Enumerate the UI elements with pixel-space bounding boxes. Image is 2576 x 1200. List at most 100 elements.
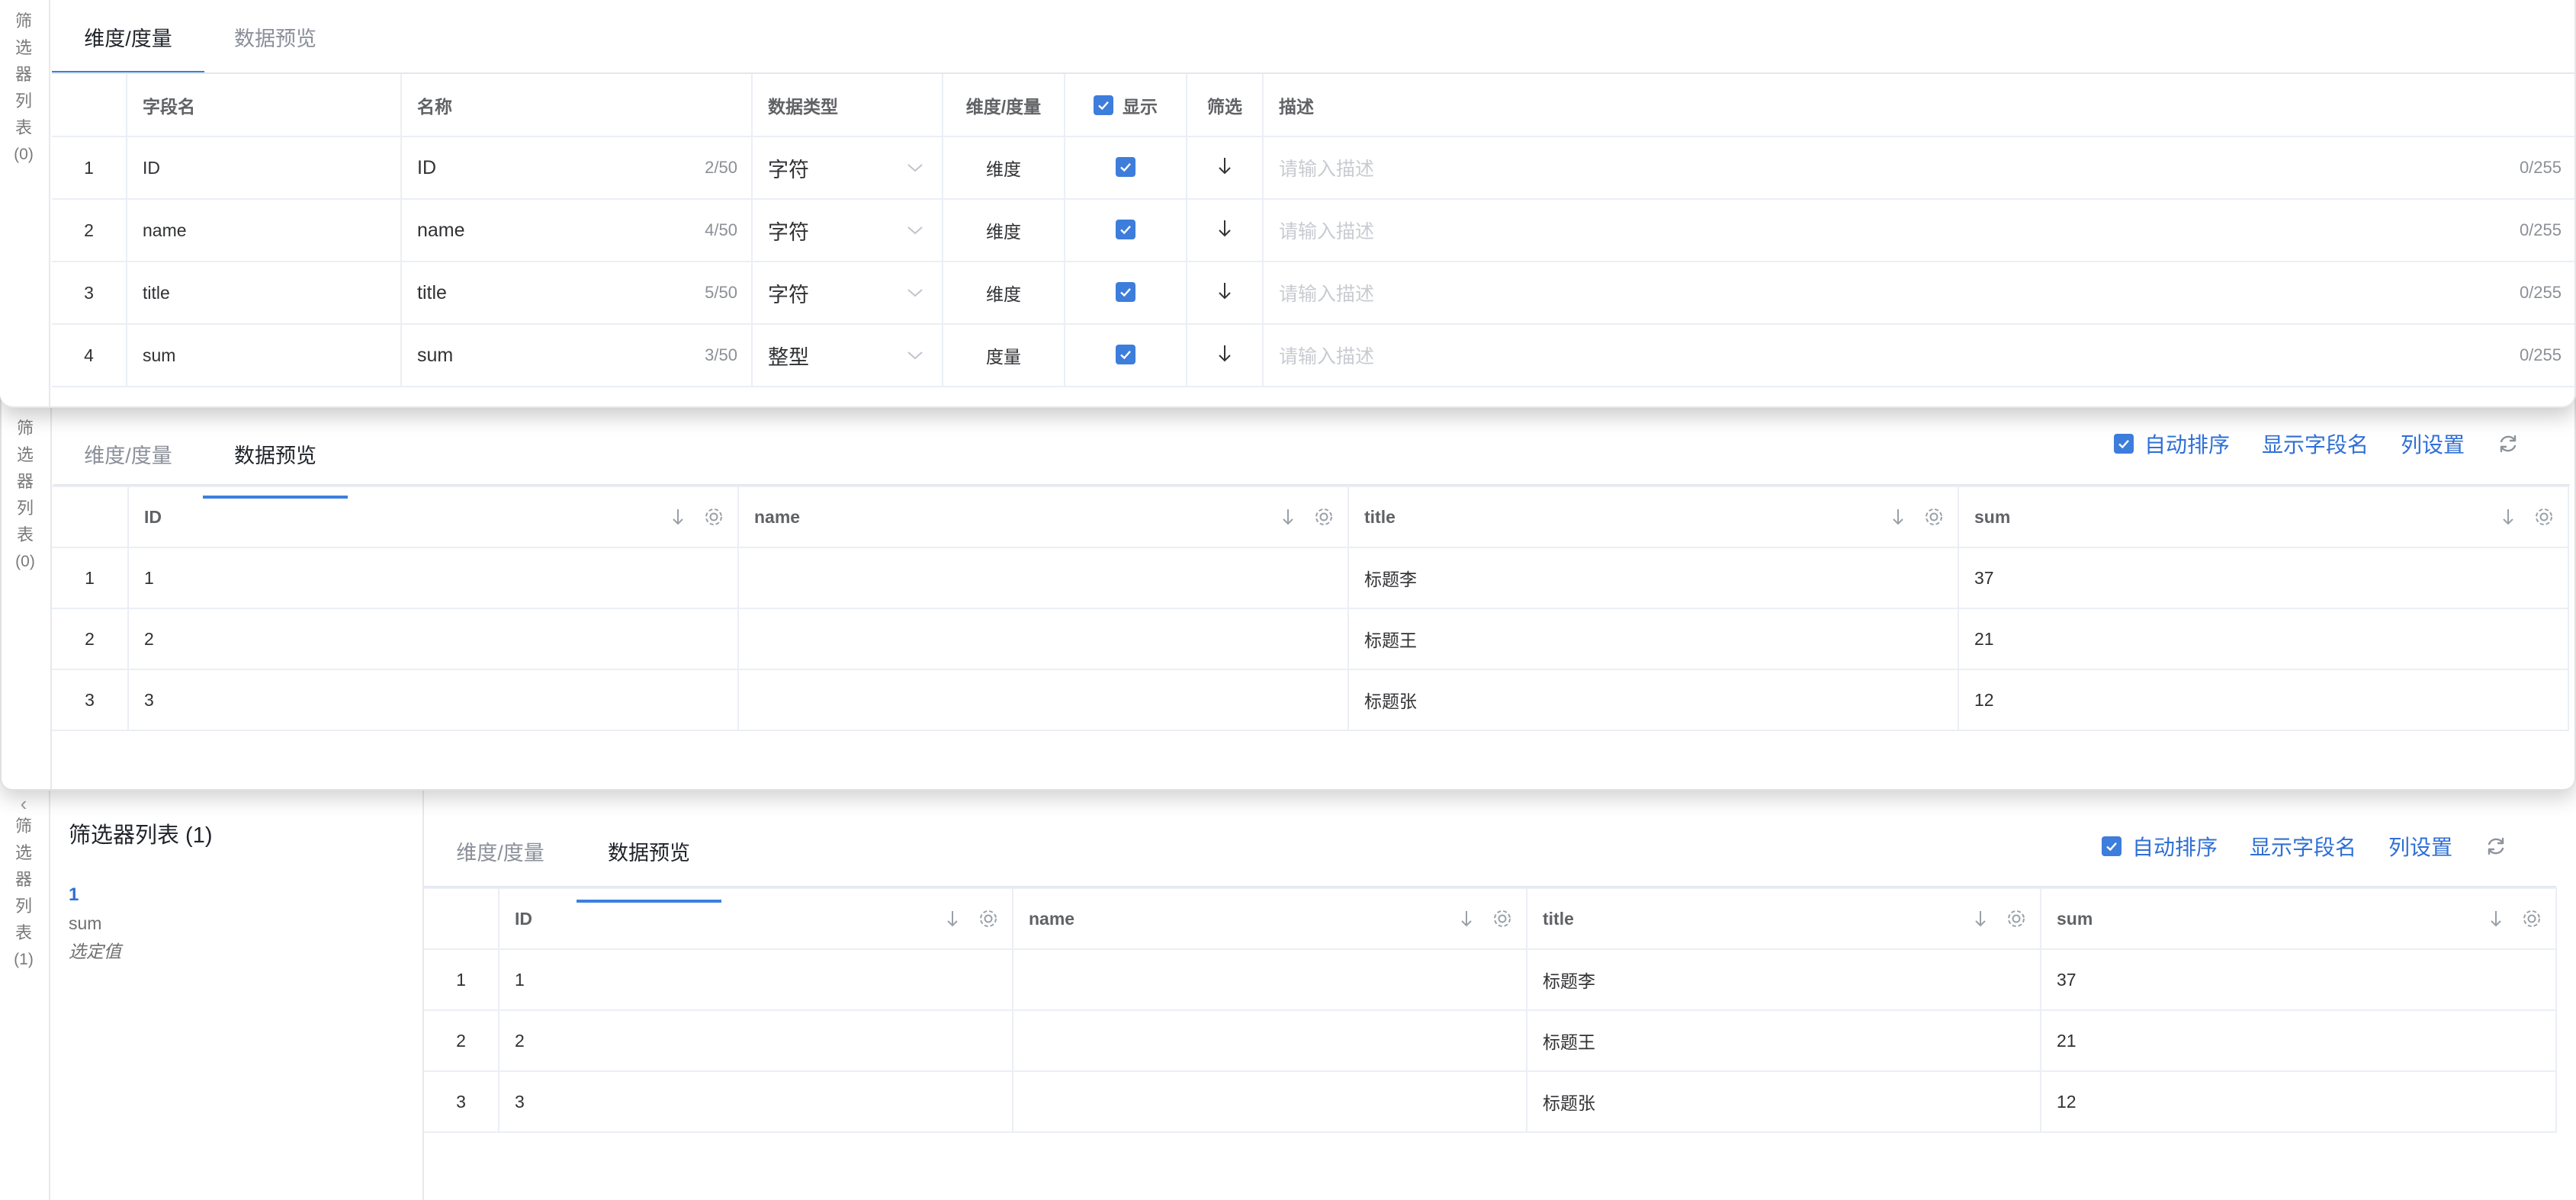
column-header-sum[interactable]: sum xyxy=(1958,486,2569,548)
description-input[interactable]: 请输入描述 0/255 xyxy=(1263,136,2574,200)
auto-sort-label[interactable]: 自动排序 xyxy=(2132,831,2218,861)
vtab-count: (0) xyxy=(15,553,35,570)
filter-item-selection[interactable]: 选定值 xyxy=(69,937,422,963)
description-input[interactable]: 请输入描述 0/255 xyxy=(1263,261,2574,325)
type-select[interactable]: 字符 xyxy=(752,199,943,262)
vtab-char: 列 xyxy=(14,897,32,916)
type-select[interactable]: 字符 xyxy=(752,136,943,200)
type-select[interactable]: 整型 xyxy=(752,324,943,387)
chevron-down-icon[interactable] xyxy=(907,350,923,361)
gear-icon[interactable] xyxy=(1314,507,1334,527)
column-settings-button[interactable]: 列设置 xyxy=(2401,428,2465,459)
checkbox-checked-icon[interactable] xyxy=(1116,282,1135,302)
description-placeholder[interactable]: 请输入描述 xyxy=(1279,342,1374,369)
gear-icon[interactable] xyxy=(2522,909,2542,929)
checkbox-checked-icon[interactable] xyxy=(1094,95,1113,115)
chevron-left-icon[interactable]: ‹ xyxy=(21,794,27,813)
checkbox-checked-icon[interactable] xyxy=(1116,220,1135,239)
show-checkbox[interactable] xyxy=(1065,261,1187,325)
show-checkbox[interactable] xyxy=(1065,136,1187,200)
name-input[interactable]: ID 2/50 xyxy=(401,136,753,200)
header-label: ID xyxy=(144,506,162,527)
description-placeholder[interactable]: 请输入描述 xyxy=(1279,279,1374,306)
gear-icon[interactable] xyxy=(2006,909,2026,929)
filter-item-number[interactable]: 1 xyxy=(69,884,422,906)
column-header-name[interactable]: name xyxy=(1013,887,1527,950)
type-value[interactable]: 字符 xyxy=(768,278,809,308)
name-input[interactable]: sum 3/50 xyxy=(401,324,753,387)
checkbox-checked-icon[interactable] xyxy=(2101,836,2122,856)
refresh-icon[interactable] xyxy=(2484,835,2507,858)
show-field-name-button[interactable]: 显示字段名 xyxy=(2262,428,2369,459)
sort-down-icon[interactable] xyxy=(1892,508,1904,526)
column-header-title[interactable]: title xyxy=(1348,486,1959,548)
name-value[interactable]: ID xyxy=(417,157,436,179)
arrow-down-icon[interactable] xyxy=(1217,343,1232,363)
type-value[interactable]: 字符 xyxy=(768,216,809,245)
checkbox-checked-icon[interactable] xyxy=(1116,157,1135,177)
column-settings-button[interactable]: 列设置 xyxy=(2388,831,2452,861)
column-header-name[interactable]: name xyxy=(738,486,1349,548)
checkbox-checked-icon[interactable] xyxy=(2113,434,2134,454)
sort-down-icon[interactable] xyxy=(672,508,684,526)
filter-cell[interactable] xyxy=(1187,199,1264,262)
auto-sort-toggle[interactable]: 自动排序 xyxy=(2113,428,2230,459)
gear-icon[interactable] xyxy=(2534,507,2554,527)
description-input[interactable]: 请输入描述 0/255 xyxy=(1263,324,2574,387)
name-input[interactable]: title 5/50 xyxy=(401,261,753,325)
name-value[interactable]: title xyxy=(417,282,447,304)
type-select[interactable]: 字符 xyxy=(752,261,943,325)
auto-sort-label[interactable]: 自动排序 xyxy=(2144,428,2230,459)
chevron-down-icon[interactable] xyxy=(907,225,923,236)
vtab-char: 列 xyxy=(16,499,34,518)
chevron-down-icon[interactable] xyxy=(907,287,923,298)
show-checkbox[interactable] xyxy=(1065,199,1187,262)
name-value[interactable]: name xyxy=(417,220,465,242)
gear-icon[interactable] xyxy=(1492,909,1512,929)
filter-item-field[interactable]: sum xyxy=(69,913,422,934)
sort-down-icon[interactable] xyxy=(2490,910,2502,928)
arrow-down-icon[interactable] xyxy=(1217,281,1232,300)
sort-down-icon[interactable] xyxy=(1282,508,1294,526)
cell-dimension[interactable]: 维度 xyxy=(943,199,1065,262)
filter-list-vertical-tab[interactable]: 筛 选 器 列 表 (0) xyxy=(0,8,47,168)
column-header-id[interactable]: ID xyxy=(128,486,739,548)
show-field-name-button[interactable]: 显示字段名 xyxy=(2250,831,2356,861)
filter-cell[interactable] xyxy=(1187,136,1264,200)
header-show[interactable]: 显示 xyxy=(1065,74,1187,137)
refresh-icon[interactable] xyxy=(2497,432,2520,455)
checkbox-checked-icon[interactable] xyxy=(1116,345,1135,364)
tab-dimension[interactable]: 维度/度量 xyxy=(52,0,204,74)
char-counter: 4/50 xyxy=(705,220,737,239)
filter-cell[interactable] xyxy=(1187,324,1264,387)
auto-sort-toggle[interactable]: 自动排序 xyxy=(2101,831,2218,861)
sort-down-icon[interactable] xyxy=(946,910,959,928)
description-input[interactable]: 请输入描述 0/255 xyxy=(1263,199,2574,262)
gear-icon[interactable] xyxy=(1924,507,1944,527)
name-input[interactable]: name 4/50 xyxy=(401,199,753,262)
filter-list-vertical-tab[interactable]: ‹ 筛 选 器 列 表 (1) xyxy=(0,794,47,973)
description-placeholder[interactable]: 请输入描述 xyxy=(1279,217,1374,244)
column-header-title[interactable]: title xyxy=(1527,887,2041,950)
chevron-down-icon[interactable] xyxy=(907,162,923,173)
type-value[interactable]: 整型 xyxy=(768,341,809,371)
gear-icon[interactable] xyxy=(704,507,724,527)
cell-dimension[interactable]: 维度 xyxy=(943,261,1065,325)
column-header-id[interactable]: ID xyxy=(499,887,1013,950)
filter-cell[interactable] xyxy=(1187,261,1264,325)
tab-preview[interactable]: 数据预览 xyxy=(204,0,346,74)
arrow-down-icon[interactable] xyxy=(1217,156,1232,175)
cell-dimension[interactable]: 维度 xyxy=(943,136,1065,200)
filter-list-vertical-tab[interactable]: 筛 选 器 列 表 (0) xyxy=(2,415,49,575)
description-placeholder[interactable]: 请输入描述 xyxy=(1279,154,1374,181)
show-checkbox[interactable] xyxy=(1065,324,1187,387)
type-value[interactable]: 字符 xyxy=(768,153,809,183)
sort-down-icon[interactable] xyxy=(1974,910,1987,928)
name-value[interactable]: sum xyxy=(417,345,453,367)
column-header-sum[interactable]: sum xyxy=(2041,887,2557,950)
sort-down-icon[interactable] xyxy=(2502,508,2514,526)
arrow-down-icon[interactable] xyxy=(1217,218,1232,238)
cell-dimension[interactable]: 度量 xyxy=(943,324,1065,387)
sort-down-icon[interactable] xyxy=(1460,910,1473,928)
gear-icon[interactable] xyxy=(978,909,998,929)
